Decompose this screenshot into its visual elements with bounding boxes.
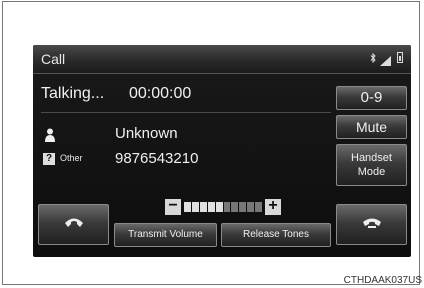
phone-pickup-icon (64, 216, 84, 234)
release-tones-button[interactable]: Release Tones (221, 223, 331, 247)
mute-button[interactable]: Mute (336, 115, 407, 139)
person-icon (45, 128, 55, 142)
call-button[interactable] (38, 204, 109, 245)
volume-segment (215, 202, 223, 212)
end-call-button[interactable] (336, 204, 407, 245)
volume-up-button[interactable]: + (265, 198, 281, 215)
call-status: Talking... (41, 85, 105, 102)
volume-segment (199, 202, 207, 212)
contact-name: Unknown (115, 125, 178, 142)
screen-title: Call (41, 51, 66, 67)
volume-segment (231, 202, 239, 212)
title-bar: Call (33, 45, 411, 74)
volume-down-button[interactable]: − (165, 198, 181, 215)
volume-segment (184, 202, 191, 212)
phone-type-label: Other (60, 153, 83, 163)
call-screen: Call Talking... 00:00:00 Unknown ? Other… (33, 45, 411, 257)
status-area (370, 52, 403, 66)
keypad-button[interactable]: 0-9 (336, 86, 407, 110)
battery-icon (397, 52, 403, 63)
handset-mode-label-line1: Handset (351, 152, 392, 164)
volume-segment (223, 202, 231, 212)
transmit-volume-button[interactable]: Transmit Volume (114, 223, 217, 247)
volume-level-bar (184, 202, 263, 212)
volume-segment (239, 202, 247, 212)
bluetooth-icon (370, 53, 376, 63)
figure-code: CTHDAAK037US (343, 275, 422, 286)
phone-hangup-icon (362, 216, 382, 234)
volume-segment (191, 202, 199, 212)
volume-segment (255, 202, 263, 212)
call-timer: 00:00:00 (129, 85, 192, 102)
divider (41, 112, 331, 113)
volume-segment (247, 202, 255, 212)
handset-mode-label-line2: Mode (357, 166, 386, 178)
signal-icon (380, 53, 391, 66)
question-icon: ? (43, 153, 55, 165)
handset-mode-button[interactable]: Handset Mode (336, 144, 407, 186)
phone-number: 9876543210 (115, 150, 199, 167)
volume-segment (207, 202, 215, 212)
